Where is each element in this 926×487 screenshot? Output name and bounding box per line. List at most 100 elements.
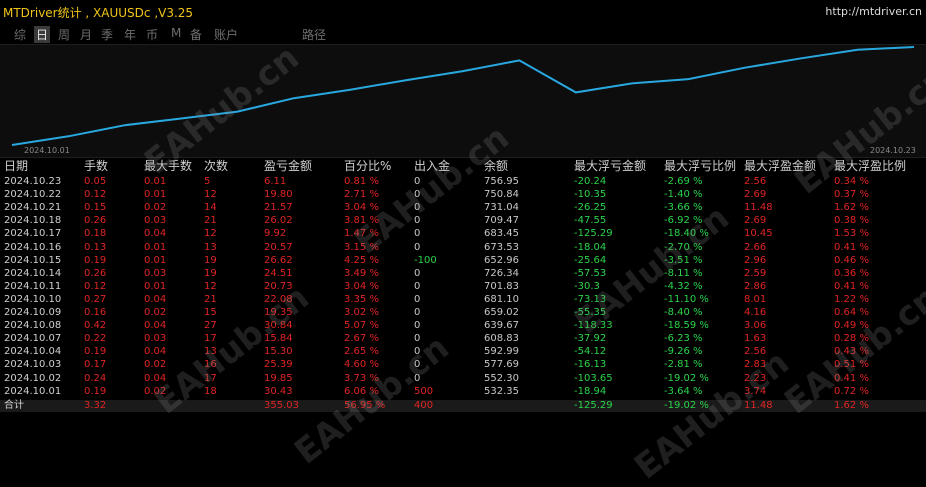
table-cell: 19 bbox=[204, 267, 217, 279]
table-cell: 0 bbox=[414, 333, 421, 345]
table-cell: 701.83 bbox=[484, 280, 519, 292]
table-cell: 2024.10.22 bbox=[4, 189, 62, 201]
tab-7[interactable]: M bbox=[171, 26, 181, 40]
table-cell: 0.38 % bbox=[834, 215, 869, 227]
table-cell: -57.53 bbox=[574, 267, 607, 279]
table-cell: 2.59 bbox=[744, 267, 767, 279]
table-row: 2024.10.15 0.19 0.01 19 26.62 4.25 % -100 652.9… bbox=[0, 255, 926, 267]
website-link[interactable]: http://mtdriver.cn bbox=[825, 5, 922, 18]
table-cell: 0.03 bbox=[144, 267, 167, 279]
table-cell: 0.03 bbox=[144, 333, 167, 345]
table-cell: 0.03 bbox=[144, 215, 167, 227]
table-cell: 1.47 % bbox=[344, 228, 379, 240]
table-cell: 577.69 bbox=[484, 359, 519, 371]
period-tabs: 综日周月季年币 M 备账户 路径 bbox=[0, 24, 926, 44]
table-cell: 0.34 % bbox=[834, 176, 869, 187]
table-row: 2024.10.07 0.22 0.03 17 15.84 2.67 % 0 608.83 -3… bbox=[0, 333, 926, 345]
table-cell: 21 bbox=[204, 215, 217, 227]
table-cell: 13 bbox=[204, 346, 217, 358]
table-cell: -2.81 % bbox=[664, 359, 703, 371]
table-cell: 2.69 bbox=[744, 215, 767, 227]
table-cell: 3.74 bbox=[744, 385, 767, 397]
column-header: 最大浮盈比例 bbox=[834, 159, 907, 173]
tab-3[interactable]: 月 bbox=[80, 26, 92, 43]
table-cell: 3.35 % bbox=[344, 293, 379, 305]
table-cell: 0.81 % bbox=[344, 176, 379, 187]
table-cell: 19 bbox=[204, 254, 217, 266]
table-cell: -25.64 bbox=[574, 254, 607, 266]
column-header: 盈亏金额 bbox=[264, 159, 313, 173]
table-cell: 2.69 bbox=[744, 189, 767, 201]
total-cell: 1.62 % bbox=[834, 399, 869, 411]
title-bar: MTDriver统计 , XAUUSDc ,V3.25 http://mtdri… bbox=[0, 0, 926, 24]
table-cell: 18 bbox=[204, 385, 217, 397]
table-cell: 2.66 bbox=[744, 241, 767, 253]
table-cell: 726.34 bbox=[484, 267, 519, 279]
tab-6[interactable]: 币 bbox=[146, 26, 158, 43]
table-cell: 0.02 bbox=[144, 385, 167, 397]
column-header: 最大浮亏金额 bbox=[574, 159, 647, 173]
table-cell: -8.40 % bbox=[664, 307, 703, 318]
table-cell: 0.01 bbox=[144, 189, 167, 201]
table-cell: 652.96 bbox=[484, 254, 519, 266]
table-cell: 19.35 bbox=[264, 307, 293, 318]
total-cell: -125.29 bbox=[574, 399, 613, 411]
table-cell: -9.26 % bbox=[664, 346, 703, 358]
column-header: 百分比% bbox=[344, 159, 392, 173]
table-cell: 17 bbox=[204, 333, 217, 345]
table-cell: 0 bbox=[414, 293, 421, 305]
table-cell: 1.22 % bbox=[834, 293, 869, 305]
table-cell: 3.04 % bbox=[344, 202, 379, 214]
table-cell: -18.04 bbox=[574, 241, 607, 253]
table-cell: 683.45 bbox=[484, 228, 519, 240]
table-cell: 0.27 bbox=[84, 293, 107, 305]
table-cell: 0 bbox=[414, 320, 421, 332]
table-cell: 639.67 bbox=[484, 320, 519, 332]
table-cell: -103.65 bbox=[574, 372, 613, 384]
table-cell: 0.26 bbox=[84, 215, 107, 227]
tab-5[interactable]: 年 bbox=[124, 26, 136, 43]
total-row: 合计 3.32 355.03 56.95 % 400 -125.29 -19.02 % 11.… bbox=[0, 399, 926, 412]
table-cell: 0.72 % bbox=[834, 385, 869, 397]
table-cell: 0.04 bbox=[144, 293, 167, 305]
table-row: 2024.10.09 0.16 0.02 15 19.35 3.02 % 0 659.02 -5… bbox=[0, 307, 926, 319]
table-cell: 0.04 bbox=[144, 228, 167, 240]
app-title: MTDriver统计 , XAUUSDc ,V3.25 bbox=[3, 6, 194, 20]
table-cell: -26.25 bbox=[574, 202, 607, 214]
table-cell: -3.66 % bbox=[664, 202, 703, 214]
tab-0[interactable]: 综 bbox=[14, 26, 26, 43]
table-cell: -73.13 bbox=[574, 293, 607, 305]
table-cell: 0 bbox=[414, 346, 421, 358]
table-cell: 0.46 % bbox=[834, 254, 869, 266]
table-cell: -100 bbox=[414, 254, 437, 266]
table-cell: 26.02 bbox=[264, 215, 293, 227]
tab-9[interactable]: 账户 bbox=[214, 26, 238, 43]
table-cell: -18.59 % bbox=[664, 320, 709, 332]
total-cell: 11.48 bbox=[744, 399, 773, 411]
table-cell: -1.40 % bbox=[664, 189, 703, 201]
table-cell: 16 bbox=[204, 359, 217, 371]
table-cell: 14 bbox=[204, 202, 217, 214]
tab-10[interactable]: 路径 bbox=[302, 26, 326, 43]
table-cell: 2024.10.16 bbox=[4, 241, 62, 253]
table-cell: 0.05 bbox=[84, 176, 107, 187]
table-cell: 19.85 bbox=[264, 372, 293, 384]
total-cell: 3.32 bbox=[84, 399, 107, 411]
table-cell: 12 bbox=[204, 189, 217, 201]
table-cell: 6.06 % bbox=[344, 385, 379, 397]
table-cell: -4.32 % bbox=[664, 280, 703, 292]
table-cell: 4.25 % bbox=[344, 254, 379, 266]
tab-4[interactable]: 季 bbox=[101, 26, 113, 43]
column-header: 手数 bbox=[84, 159, 109, 173]
table-cell: 15.30 bbox=[264, 346, 293, 358]
table-cell: -18.94 bbox=[574, 385, 607, 397]
table-cell: 20.73 bbox=[264, 280, 293, 292]
table-cell: 0.12 bbox=[84, 280, 107, 292]
table-cell: 0 bbox=[414, 372, 421, 384]
tab-8[interactable]: 备 bbox=[190, 26, 202, 43]
chart-start-date: 2024.10.01 bbox=[24, 146, 70, 155]
table-cell: 0.43 % bbox=[834, 346, 869, 358]
table-cell: 0 bbox=[414, 215, 421, 227]
tab-2[interactable]: 周 bbox=[58, 26, 70, 43]
tab-1[interactable]: 日 bbox=[34, 26, 51, 43]
